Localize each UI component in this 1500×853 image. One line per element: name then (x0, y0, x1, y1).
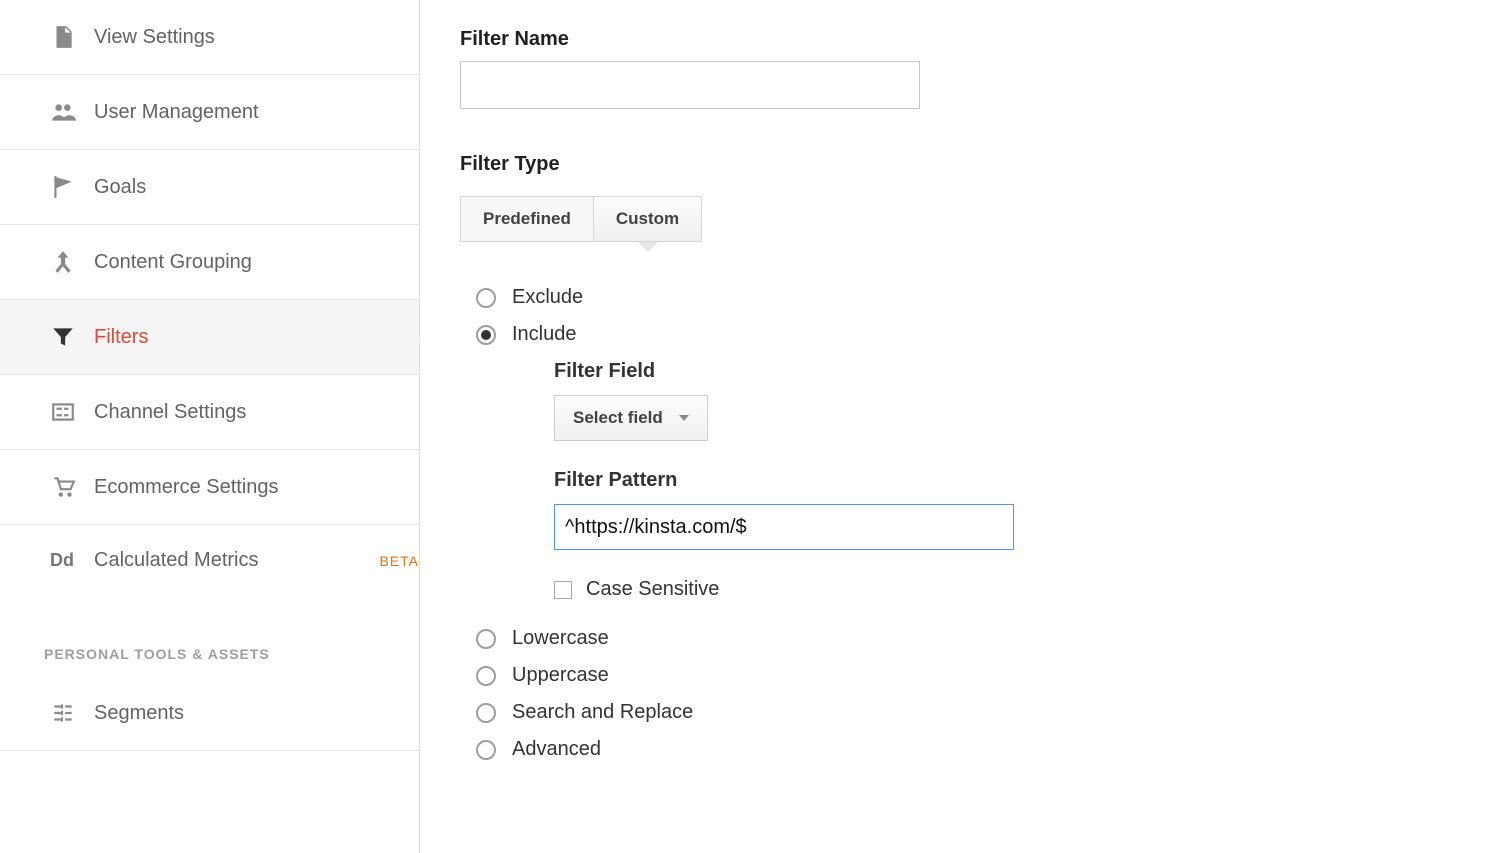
radio-label: Include (512, 323, 577, 346)
sidebar-item-label: User Management (94, 101, 419, 124)
caret-down-icon (679, 415, 689, 421)
users-icon (50, 99, 94, 125)
beta-badge: BETA (379, 553, 419, 569)
sidebar-item-content-grouping[interactable]: Content Grouping (0, 225, 419, 300)
sidebar-item-filters[interactable]: Filters (0, 300, 419, 375)
sidebar-item-goals[interactable]: Goals (0, 150, 419, 225)
filter-type-label: Filter Type (460, 153, 1500, 176)
main-content: Filter Name Filter Type Predefined Custo… (420, 0, 1500, 853)
filter-pattern-input[interactable] (554, 504, 1014, 550)
select-field-dropdown[interactable]: Select field (554, 395, 708, 441)
radio-label: Exclude (512, 286, 583, 309)
radio-label: Advanced (512, 738, 601, 761)
sidebar-item-label: Calculated Metrics (94, 549, 373, 572)
sidebar-section-title: PERSONAL TOOLS & ASSETS (0, 596, 419, 676)
radio-include[interactable] (476, 325, 496, 345)
sidebar-item-calculated-metrics[interactable]: Dd Calculated Metrics BETA (0, 525, 419, 596)
radio-uppercase[interactable] (476, 666, 496, 686)
radio-exclude[interactable] (476, 288, 496, 308)
sidebar-item-segments[interactable]: Segments (0, 676, 419, 751)
radio-row-include[interactable]: Include (476, 323, 1500, 346)
dd-icon: Dd (50, 550, 94, 571)
filter-name-label: Filter Name (460, 28, 1500, 51)
radio-label: Lowercase (512, 627, 609, 650)
filter-field-label: Filter Field (554, 360, 1500, 383)
sidebar-item-user-management[interactable]: User Management (0, 75, 419, 150)
radio-label: Uppercase (512, 664, 609, 687)
sidebar-item-view-settings[interactable]: View Settings (0, 0, 419, 75)
merge-icon (50, 249, 94, 275)
sidebar-item-label: Ecommerce Settings (94, 476, 419, 499)
case-sensitive-row[interactable]: Case Sensitive (554, 578, 1500, 601)
filter-name-input[interactable] (460, 61, 920, 109)
radio-row-advanced[interactable]: Advanced (476, 738, 1500, 761)
case-sensitive-checkbox[interactable] (554, 581, 572, 599)
sidebar-item-label: Segments (94, 702, 419, 725)
radio-row-lowercase[interactable]: Lowercase (476, 627, 1500, 650)
sidebar-item-label: Content Grouping (94, 251, 419, 274)
radio-row-search-replace[interactable]: Search and Replace (476, 701, 1500, 724)
sidebar-item-label: Goals (94, 176, 419, 199)
select-field-label: Select field (573, 408, 663, 428)
filter-type-tabs: Predefined Custom (460, 196, 702, 242)
radio-lowercase[interactable] (476, 629, 496, 649)
file-icon (50, 24, 94, 50)
case-sensitive-label: Case Sensitive (586, 578, 719, 601)
funnel-icon (50, 324, 94, 350)
channel-icon (50, 399, 94, 425)
filter-pattern-label: Filter Pattern (554, 469, 1500, 492)
radio-row-exclude[interactable]: Exclude (476, 286, 1500, 309)
tab-predefined[interactable]: Predefined (461, 197, 594, 241)
tab-custom[interactable]: Custom (594, 197, 701, 241)
flag-icon (50, 174, 94, 200)
segments-icon (50, 700, 94, 726)
cart-icon (50, 474, 94, 500)
sidebar-item-label: Filters (94, 326, 419, 349)
sidebar-item-channel-settings[interactable]: Channel Settings (0, 375, 419, 450)
sidebar: View Settings User Management Goals Cont… (0, 0, 420, 853)
radio-label: Search and Replace (512, 701, 693, 724)
radio-advanced[interactable] (476, 740, 496, 760)
sidebar-item-label: Channel Settings (94, 401, 419, 424)
sidebar-item-label: View Settings (94, 26, 419, 49)
sidebar-item-ecommerce-settings[interactable]: Ecommerce Settings (0, 450, 419, 525)
radio-row-uppercase[interactable]: Uppercase (476, 664, 1500, 687)
radio-search-replace[interactable] (476, 703, 496, 723)
